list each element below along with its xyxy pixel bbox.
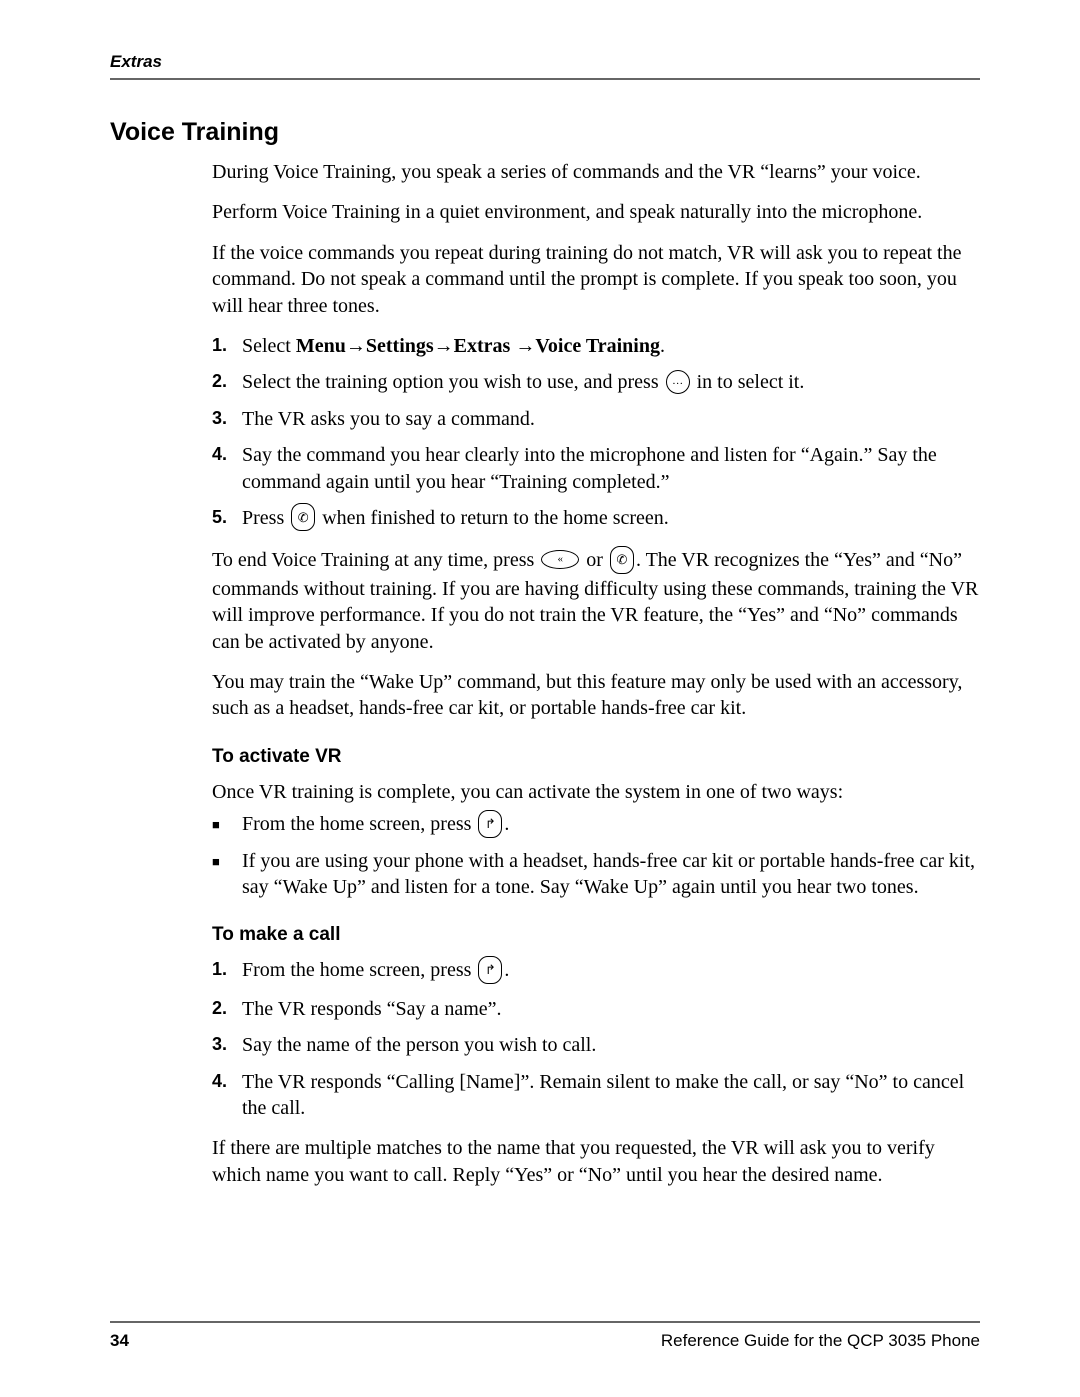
step-number: 2. (212, 369, 242, 395)
step-text: The VR responds “Say a name”. (242, 996, 980, 1022)
body-content: During Voice Training, you speak a serie… (212, 159, 980, 1188)
step-number: 2. (212, 996, 242, 1022)
section-title: Voice Training (110, 118, 980, 147)
page: Extras Voice Training During Voice Train… (0, 0, 1080, 1397)
chapter-label: Extras (110, 52, 162, 71)
activate-bullets: ■ From the home screen, press ↱. ■ If yo… (212, 811, 980, 900)
clr-key-icon: « (541, 550, 579, 569)
bullet-item: ■ From the home screen, press ↱. (212, 811, 980, 839)
step-4: 4. The VR responds “Calling [Name]”. Rem… (212, 1069, 980, 1122)
step-number: 5. (212, 505, 242, 533)
step-4: 4. Say the command you hear clearly into… (212, 442, 980, 495)
step-2: 2. The VR responds “Say a name”. (212, 996, 980, 1022)
intro-p3: If the voice commands you repeat during … (212, 240, 980, 319)
step-number: 1. (212, 333, 242, 359)
step-number: 4. (212, 1069, 242, 1122)
step-text: Press ✆ when finished to return to the h… (242, 505, 980, 533)
step-text: Say the name of the person you wish to c… (242, 1032, 980, 1058)
step-number: 1. (212, 957, 242, 985)
running-header: Extras (110, 52, 980, 80)
post-p2: You may train the “Wake Up” command, but… (212, 669, 980, 722)
bullet-text: If you are using your phone with a heads… (242, 848, 980, 901)
step-3: 3. Say the name of the person you wish t… (212, 1032, 980, 1058)
ok-key-icon: … (666, 370, 690, 394)
bullet-item: ■ If you are using your phone with a hea… (212, 848, 980, 901)
activate-intro: Once VR training is complete, you can ac… (212, 779, 980, 805)
step-3: 3. The VR asks you to say a command. (212, 406, 980, 432)
step-text: The VR asks you to say a command. (242, 406, 980, 432)
step-text: The VR responds “Calling [Name]”. Remain… (242, 1069, 980, 1122)
step-text: Select the training option you wish to u… (242, 369, 980, 395)
page-number: 34 (110, 1331, 129, 1351)
subsection-makecall-title: To make a call (212, 922, 980, 947)
intro-p2: Perform Voice Training in a quiet enviro… (212, 199, 980, 225)
step-text: From the home screen, press ↱. (242, 957, 980, 985)
talk-key-icon: ↱ (478, 956, 502, 984)
bullet-marker: ■ (212, 848, 242, 901)
step-number: 4. (212, 442, 242, 495)
page-footer: 34 Reference Guide for the QCP 3035 Phon… (110, 1321, 980, 1351)
training-steps: 1. Select Menu→Settings→Extras →Voice Tr… (212, 333, 980, 533)
step-5: 5. Press ✆ when finished to return to th… (212, 505, 980, 533)
intro-p1: During Voice Training, you speak a serie… (212, 159, 980, 185)
bullet-text: From the home screen, press ↱. (242, 811, 980, 839)
menu-path: Menu→Settings→Extras →Voice Training (296, 335, 660, 357)
step-text: Say the command you hear clearly into th… (242, 442, 980, 495)
step-1: 1. From the home screen, press ↱. (212, 957, 980, 985)
makecall-post: If there are multiple matches to the nam… (212, 1135, 980, 1188)
step-2: 2. Select the training option you wish t… (212, 369, 980, 395)
step-1: 1. Select Menu→Settings→Extras →Voice Tr… (212, 333, 980, 359)
makecall-steps: 1. From the home screen, press ↱. 2. The… (212, 957, 980, 1121)
talk-key-icon: ↱ (478, 810, 502, 838)
step-number: 3. (212, 1032, 242, 1058)
step-number: 3. (212, 406, 242, 432)
subsection-activate-title: To activate VR (212, 744, 980, 769)
footer-title: Reference Guide for the QCP 3035 Phone (661, 1331, 980, 1351)
step-text: Select Menu→Settings→Extras →Voice Train… (242, 333, 980, 359)
end-key-icon: ✆ (610, 546, 634, 574)
post-p1: To end Voice Training at any time, press… (212, 547, 980, 655)
end-key-icon: ✆ (291, 503, 315, 531)
bullet-marker: ■ (212, 811, 242, 839)
